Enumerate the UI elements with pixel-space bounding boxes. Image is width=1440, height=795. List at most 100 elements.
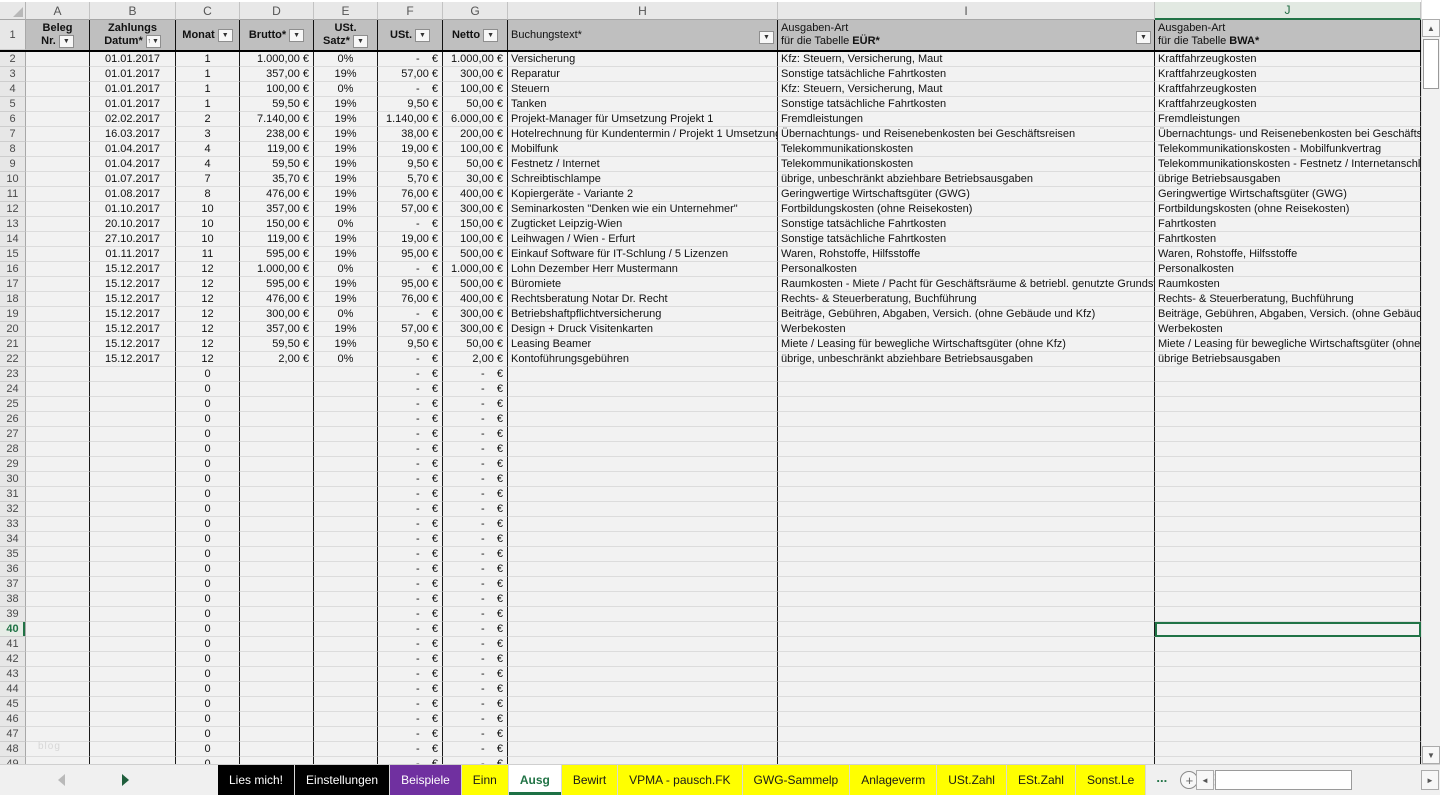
cell-I20[interactable]: Werbekosten — [778, 322, 1155, 337]
cell-I4[interactable]: Kfz: Steuern, Versicherung, Maut — [778, 82, 1155, 97]
cell-B26[interactable] — [90, 412, 176, 427]
cell-H34[interactable] — [508, 532, 778, 547]
cell-D15[interactable]: 595,00 € — [240, 247, 314, 262]
cell-B4[interactable]: 01.01.2017 — [90, 82, 176, 97]
cell-F20[interactable]: 57,00 € — [378, 322, 443, 337]
cell-I41[interactable] — [778, 637, 1155, 652]
cell-F4[interactable]: - € — [378, 82, 443, 97]
cell-A30[interactable] — [26, 472, 90, 487]
cell-C2[interactable]: 1 — [176, 52, 240, 67]
cell-G35[interactable]: - € — [443, 547, 508, 562]
sheet-tab-lies-mich[interactable]: Lies mich! — [218, 765, 295, 795]
row-header-5[interactable]: 5 — [0, 97, 26, 112]
header-cell-C[interactable]: Monat▼ — [176, 20, 240, 50]
row-header-34[interactable]: 34 — [0, 532, 26, 547]
cell-J44[interactable] — [1155, 682, 1421, 697]
cell-C27[interactable]: 0 — [176, 427, 240, 442]
cell-H28[interactable] — [508, 442, 778, 457]
cell-J39[interactable] — [1155, 607, 1421, 622]
cell-A27[interactable] — [26, 427, 90, 442]
cell-E44[interactable] — [314, 682, 378, 697]
cell-B29[interactable] — [90, 457, 176, 472]
cell-F40[interactable]: - € — [378, 622, 443, 637]
cell-A22[interactable] — [26, 352, 90, 367]
cell-F16[interactable]: - € — [378, 262, 443, 277]
filter-button-A[interactable]: ▼ — [59, 35, 74, 48]
cell-D14[interactable]: 119,00 € — [240, 232, 314, 247]
cell-I6[interactable]: Fremdleistungen — [778, 112, 1155, 127]
cell-B27[interactable] — [90, 427, 176, 442]
cell-E31[interactable] — [314, 487, 378, 502]
cell-G21[interactable]: 50,00 € — [443, 337, 508, 352]
cell-J12[interactable]: Fortbildungskosten (ohne Reisekosten) — [1155, 202, 1421, 217]
header-cell-G[interactable]: Netto▼ — [443, 20, 508, 50]
row-header-24[interactable]: 24 — [0, 382, 26, 397]
cell-I17[interactable]: Raumkosten - Miete / Pacht für Geschäfts… — [778, 277, 1155, 292]
cell-C17[interactable]: 12 — [176, 277, 240, 292]
cell-C9[interactable]: 4 — [176, 157, 240, 172]
cell-H19[interactable]: Betriebshaftpflichtversicherung — [508, 307, 778, 322]
column-header-A[interactable]: A — [26, 2, 90, 20]
cell-F39[interactable]: - € — [378, 607, 443, 622]
cell-H11[interactable]: Kopiergeräte - Variante 2 — [508, 187, 778, 202]
cell-B23[interactable] — [90, 367, 176, 382]
cell-H12[interactable]: Seminarkosten "Denken wie ein Unternehme… — [508, 202, 778, 217]
sheet-tab-ausg[interactable]: Ausg — [509, 765, 562, 795]
cell-J31[interactable] — [1155, 487, 1421, 502]
cell-D25[interactable] — [240, 397, 314, 412]
column-header-G[interactable]: G — [443, 2, 508, 20]
cell-J23[interactable] — [1155, 367, 1421, 382]
cell-F33[interactable]: - € — [378, 517, 443, 532]
cell-A39[interactable] — [26, 607, 90, 622]
cell-H4[interactable]: Steuern — [508, 82, 778, 97]
cell-F48[interactable]: - € — [378, 742, 443, 757]
header-cell-B[interactable]: ZahlungsDatum*↑▼ — [90, 20, 176, 50]
row-header-8[interactable]: 8 — [0, 142, 26, 157]
row-header-12[interactable]: 12 — [0, 202, 26, 217]
cell-H29[interactable] — [508, 457, 778, 472]
cell-J9[interactable]: Telekommunikationskosten - Festnetz / In… — [1155, 157, 1421, 172]
column-header-J[interactable]: J — [1155, 2, 1421, 20]
cell-G38[interactable]: - € — [443, 592, 508, 607]
cell-A14[interactable] — [26, 232, 90, 247]
cell-I9[interactable]: Telekommunikationskosten — [778, 157, 1155, 172]
cell-G4[interactable]: 100,00 € — [443, 82, 508, 97]
cell-E15[interactable]: 19% — [314, 247, 378, 262]
cell-D18[interactable]: 476,00 € — [240, 292, 314, 307]
cell-F27[interactable]: - € — [378, 427, 443, 442]
cell-I26[interactable] — [778, 412, 1155, 427]
cell-D11[interactable]: 476,00 € — [240, 187, 314, 202]
cell-D23[interactable] — [240, 367, 314, 382]
cell-A49[interactable] — [26, 757, 90, 764]
cell-I22[interactable]: übrige, unbeschränkt abziehbare Betriebs… — [778, 352, 1155, 367]
cell-C49[interactable]: 0 — [176, 757, 240, 764]
row-header-23[interactable]: 23 — [0, 367, 26, 382]
cell-B33[interactable] — [90, 517, 176, 532]
cell-I29[interactable] — [778, 457, 1155, 472]
cell-D39[interactable] — [240, 607, 314, 622]
cell-B28[interactable] — [90, 442, 176, 457]
cell-D44[interactable] — [240, 682, 314, 697]
cell-H15[interactable]: Einkauf Software für IT-Schlung / 5 Lize… — [508, 247, 778, 262]
cell-D13[interactable]: 150,00 € — [240, 217, 314, 232]
cell-D7[interactable]: 238,00 € — [240, 127, 314, 142]
cell-C43[interactable]: 0 — [176, 667, 240, 682]
cell-D28[interactable] — [240, 442, 314, 457]
cell-D32[interactable] — [240, 502, 314, 517]
row-header-22[interactable]: 22 — [0, 352, 26, 367]
cell-H36[interactable] — [508, 562, 778, 577]
cell-F49[interactable]: - € — [378, 757, 443, 764]
cell-D48[interactable] — [240, 742, 314, 757]
row-header-17[interactable]: 17 — [0, 277, 26, 292]
cell-G48[interactable]: - € — [443, 742, 508, 757]
cell-B35[interactable] — [90, 547, 176, 562]
cell-F41[interactable]: - € — [378, 637, 443, 652]
cell-B40[interactable] — [90, 622, 176, 637]
cell-G32[interactable]: - € — [443, 502, 508, 517]
vertical-scrollbar[interactable]: ▲ ▼ — [1421, 0, 1440, 764]
cell-I48[interactable] — [778, 742, 1155, 757]
cell-G16[interactable]: 1.000,00 € — [443, 262, 508, 277]
cell-H27[interactable] — [508, 427, 778, 442]
cell-I32[interactable] — [778, 502, 1155, 517]
cell-F35[interactable]: - € — [378, 547, 443, 562]
